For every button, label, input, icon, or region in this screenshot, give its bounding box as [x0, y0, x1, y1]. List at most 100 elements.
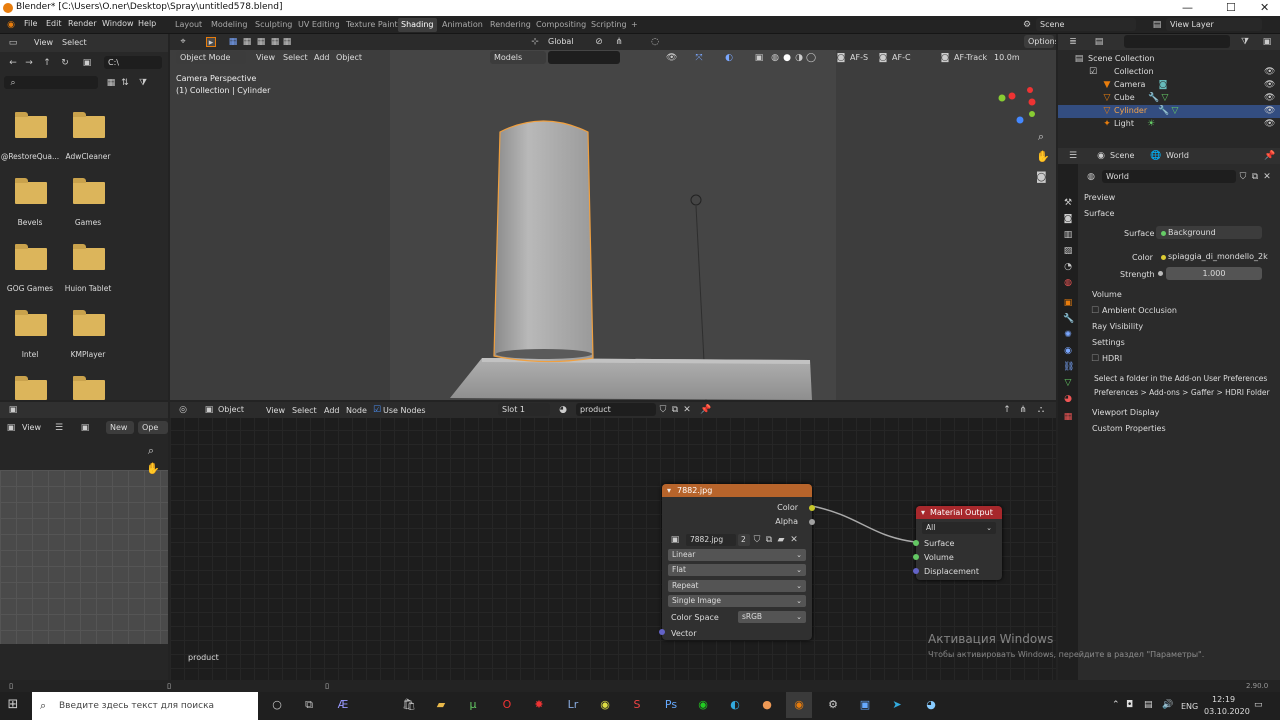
source-dropdown[interactable]: Single Image ⌄ [668, 595, 806, 607]
scene-icon[interactable]: ⚙ [1022, 20, 1032, 30]
section-hdri[interactable]: HDRI [1102, 354, 1122, 363]
light-data-icon[interactable]: ☀ [1146, 119, 1156, 129]
tab-compositing[interactable]: Compositing [533, 18, 589, 32]
hdri-checkbox[interactable]: ☐ [1090, 354, 1100, 364]
tab-scripting[interactable]: Scripting [588, 18, 630, 32]
menu-edit[interactable]: Edit [46, 19, 62, 28]
new-folder-icon[interactable]: ▣ [82, 58, 92, 68]
view-layer-selector[interactable]: View Layer [1166, 18, 1262, 31]
image-canvas[interactable] [0, 470, 168, 644]
store-icon[interactable]: 🛍 [396, 692, 422, 718]
cube-object[interactable] [450, 358, 812, 400]
tab-layout[interactable]: Layout [172, 18, 205, 32]
file-search-input[interactable] [4, 76, 98, 89]
unlink-icon[interactable]: ✕ [789, 535, 799, 545]
unlink-icon[interactable]: ✕ [1262, 172, 1272, 182]
forward-arrow-icon[interactable]: → [24, 58, 34, 68]
output-tab-icon[interactable]: ▥ [1063, 230, 1073, 240]
settings-gear-icon[interactable]: ⚙ [820, 692, 846, 718]
collection-checkbox-icon[interactable]: ☑ [1088, 67, 1098, 77]
filter-icon[interactable]: ⧩ [138, 78, 148, 88]
gizmo-y-neg[interactable] [1029, 111, 1035, 117]
particles-tab-icon[interactable]: ✺ [1063, 330, 1073, 340]
tab-animation[interactable]: Animation [439, 18, 486, 32]
new-collection-icon[interactable]: ▣ [1262, 37, 1272, 47]
editor-type-icon[interactable]: ▣ [8, 405, 18, 415]
section-surface[interactable]: Surface [1084, 209, 1114, 218]
pin-icon[interactable]: 📌 [1264, 151, 1275, 161]
refresh-icon[interactable]: ↻ [60, 58, 70, 68]
outliner-search-input[interactable] [1124, 35, 1230, 48]
editor-type-icon[interactable]: ≣ [1068, 37, 1078, 47]
displacement-input-socket[interactable] [913, 568, 919, 574]
folder-label[interactable]: Games [58, 218, 118, 227]
section-settings[interactable]: Settings [1092, 338, 1125, 347]
world-tab-icon[interactable]: ◍ [1063, 278, 1073, 288]
modifier-wrench-icon[interactable]: 🔧 [1158, 106, 1169, 116]
outliner-item-cylinder[interactable]: Cylinder [1114, 106, 1147, 115]
menu-lines-icon[interactable]: ☰ [54, 423, 64, 433]
folder-icon[interactable] [15, 244, 47, 270]
scene-tab-icon[interactable]: ◉ [1096, 151, 1106, 161]
scene-tab-icon[interactable]: ◔ [1063, 262, 1073, 272]
node-editor[interactable]: ◎ ▣ Object View Select Add Node ☑ Use No… [170, 402, 1204, 680]
material-tab-icon[interactable]: ◕ [1063, 394, 1073, 404]
camera-data-icon[interactable]: ◙ [1158, 80, 1168, 90]
gizmo-z-axis[interactable] [1016, 116, 1024, 124]
language-indicator[interactable]: ENG [1181, 702, 1198, 711]
duplicate-icon[interactable]: ⧉ [764, 535, 774, 545]
display-mode-icon[interactable]: ▤ [1094, 37, 1104, 47]
pan-hand-icon[interactable]: ✋ [1036, 151, 1050, 162]
folder-icon[interactable] [73, 310, 105, 336]
gizmo-x-axis[interactable] [1008, 92, 1016, 100]
clock-date[interactable]: 03.10.2020 [1204, 707, 1250, 716]
fake-user-icon[interactable]: ⛉ [1238, 172, 1248, 182]
menu-select[interactable]: Select [62, 38, 87, 47]
folder-icon[interactable] [15, 112, 47, 138]
clock-time[interactable]: 12:19 [1212, 695, 1235, 704]
alpha-output-socket[interactable] [809, 519, 815, 525]
utorrent-icon[interactable]: µ [460, 692, 486, 718]
color-texture-field[interactable]: spiaggia_di_mondello_2k.h... [1156, 250, 1268, 263]
projection-dropdown[interactable]: Flat ⌄ [668, 564, 806, 576]
zoom-icon[interactable]: ⌕ [146, 445, 156, 456]
lightroom-icon[interactable]: Lr [560, 692, 586, 718]
tray-chevron-icon[interactable]: ⌃ [1112, 700, 1120, 710]
folder-label[interactable]: Bevels [0, 218, 60, 227]
add-workspace-button[interactable]: + [628, 18, 641, 32]
photos-icon[interactable]: ▣ [852, 692, 878, 718]
editor-type-icon[interactable]: ▭ [8, 38, 18, 48]
camera-view-icon[interactable]: ◙ [1036, 171, 1047, 182]
modifier-tab-icon[interactable]: 🔧 [1063, 314, 1074, 324]
opera-icon[interactable]: O [494, 692, 520, 718]
texture-tab-icon[interactable]: ▦ [1063, 412, 1073, 422]
world-tab-icon[interactable]: 🌐 [1150, 151, 1161, 161]
explorer-icon[interactable]: ▰ [428, 692, 454, 718]
telegram-icon[interactable]: ➤ [884, 692, 910, 718]
tab-uv-editing[interactable]: UV Editing [295, 18, 343, 32]
gizmo-x-neg[interactable] [1027, 87, 1033, 93]
folder-icon[interactable] [73, 112, 105, 138]
vector-input-socket[interactable] [659, 629, 665, 635]
app-icon[interactable]: S [624, 692, 650, 718]
app-icon[interactable]: ◕ [918, 692, 944, 718]
surface-shader-field[interactable]: Background [1156, 226, 1262, 239]
light-object[interactable] [690, 194, 702, 206]
eye-icon[interactable]: 👁 [1264, 106, 1275, 116]
spotify-icon[interactable]: ◉ [690, 692, 716, 718]
editor-type-icon[interactable]: ☰ [1068, 151, 1078, 161]
fake-user-icon[interactable]: ⛉ [752, 535, 762, 545]
node-collapse-icon[interactable]: ▾ [921, 508, 925, 517]
blender-taskbar-icon[interactable]: ◉ [786, 692, 812, 718]
eye-icon[interactable]: 👁 [1264, 119, 1275, 129]
blender-menu-icon[interactable]: ◉ [6, 20, 16, 30]
display-mode-icon[interactable]: ▦ [106, 78, 116, 88]
data-tab-icon[interactable]: ▽ [1063, 378, 1073, 388]
app-icon[interactable]: ● [754, 692, 780, 718]
filter-icon[interactable]: ⧩ [1240, 37, 1250, 47]
eye-icon[interactable]: 👁 [1264, 93, 1275, 103]
tool-tab-icon[interactable]: ⚒ [1063, 198, 1073, 208]
outliner-collection[interactable]: Collection [1114, 67, 1154, 76]
image-browse-icon[interactable]: ▣ [80, 423, 90, 433]
section-preview[interactable]: Preview [1084, 193, 1115, 202]
